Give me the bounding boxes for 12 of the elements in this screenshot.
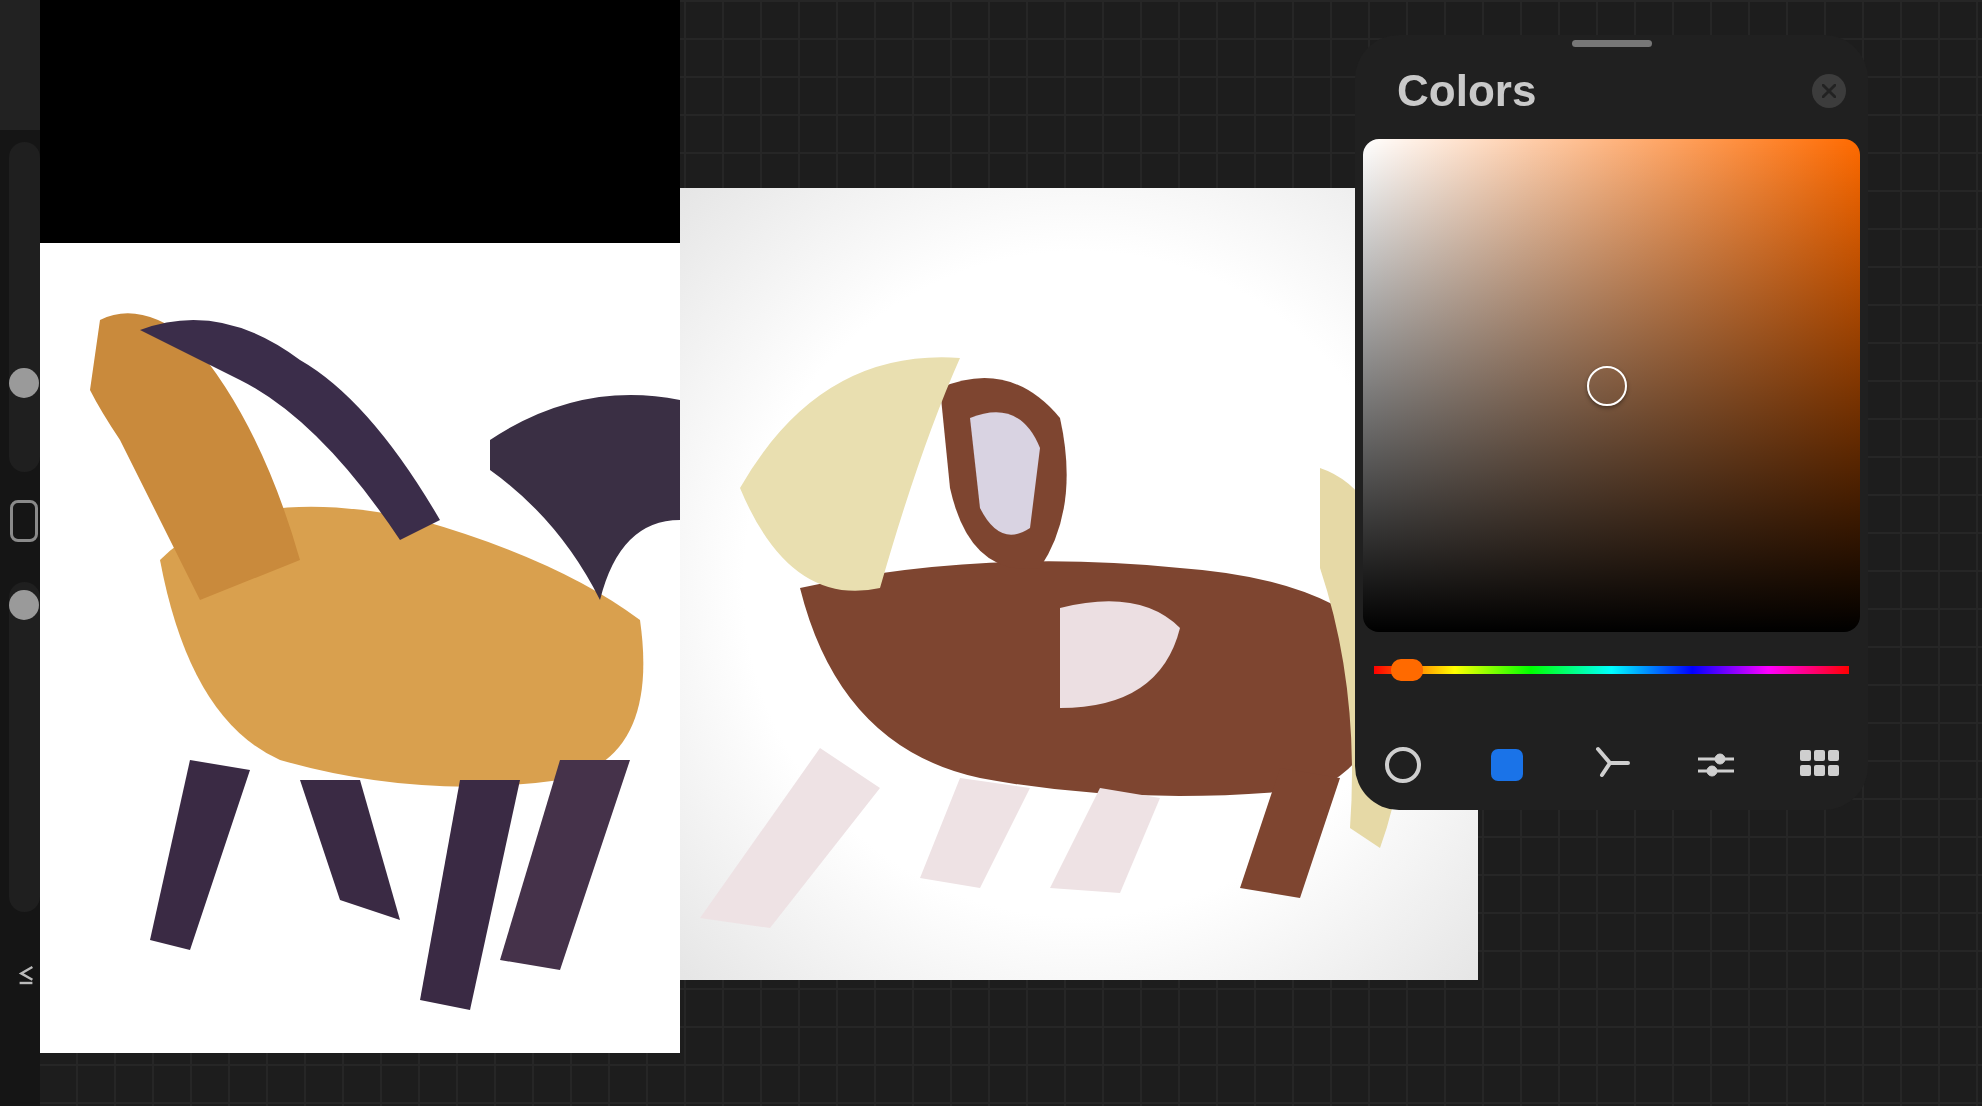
sidebar-slider[interactable] [9,582,40,912]
undo-icon[interactable] [18,964,34,986]
close-icon [1822,84,1836,98]
sidebar-slider[interactable] [9,142,40,472]
panel-title: Colors [1397,66,1537,116]
color-picker-handle[interactable] [1586,365,1627,406]
slider-thumb[interactable] [9,367,39,398]
color-square[interactable] [1363,139,1860,632]
slider-thumb[interactable] [1391,659,1424,681]
ring-icon [1383,745,1423,785]
slider-thumb[interactable] [9,590,39,621]
square-icon [1490,748,1525,782]
